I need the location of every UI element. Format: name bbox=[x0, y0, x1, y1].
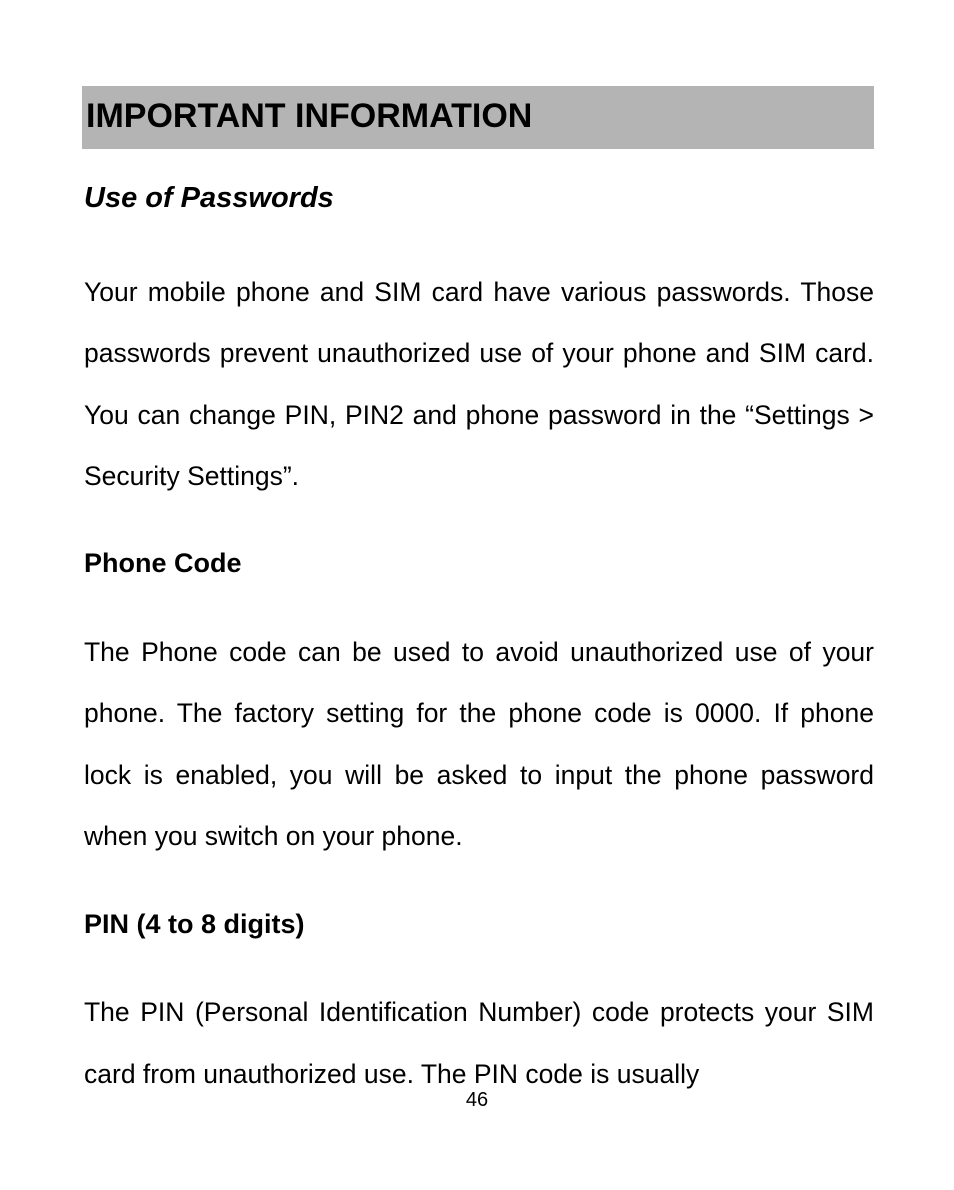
sub-heading-pin: PIN (4 to 8 digits) bbox=[82, 908, 874, 940]
section-heading-passwords: Use of Passwords bbox=[82, 181, 874, 216]
paragraph-phone-code: The Phone code can be used to avoid unau… bbox=[82, 622, 874, 868]
paragraph-pin: The PIN (Personal Identification Number)… bbox=[82, 982, 874, 1105]
page-number: 46 bbox=[0, 1089, 954, 1112]
sub-heading-phone-code: Phone Code bbox=[82, 547, 874, 579]
main-heading: IMPORTANT INFORMATION bbox=[82, 86, 874, 149]
paragraph-intro: Your mobile phone and SIM card have vari… bbox=[82, 262, 874, 508]
